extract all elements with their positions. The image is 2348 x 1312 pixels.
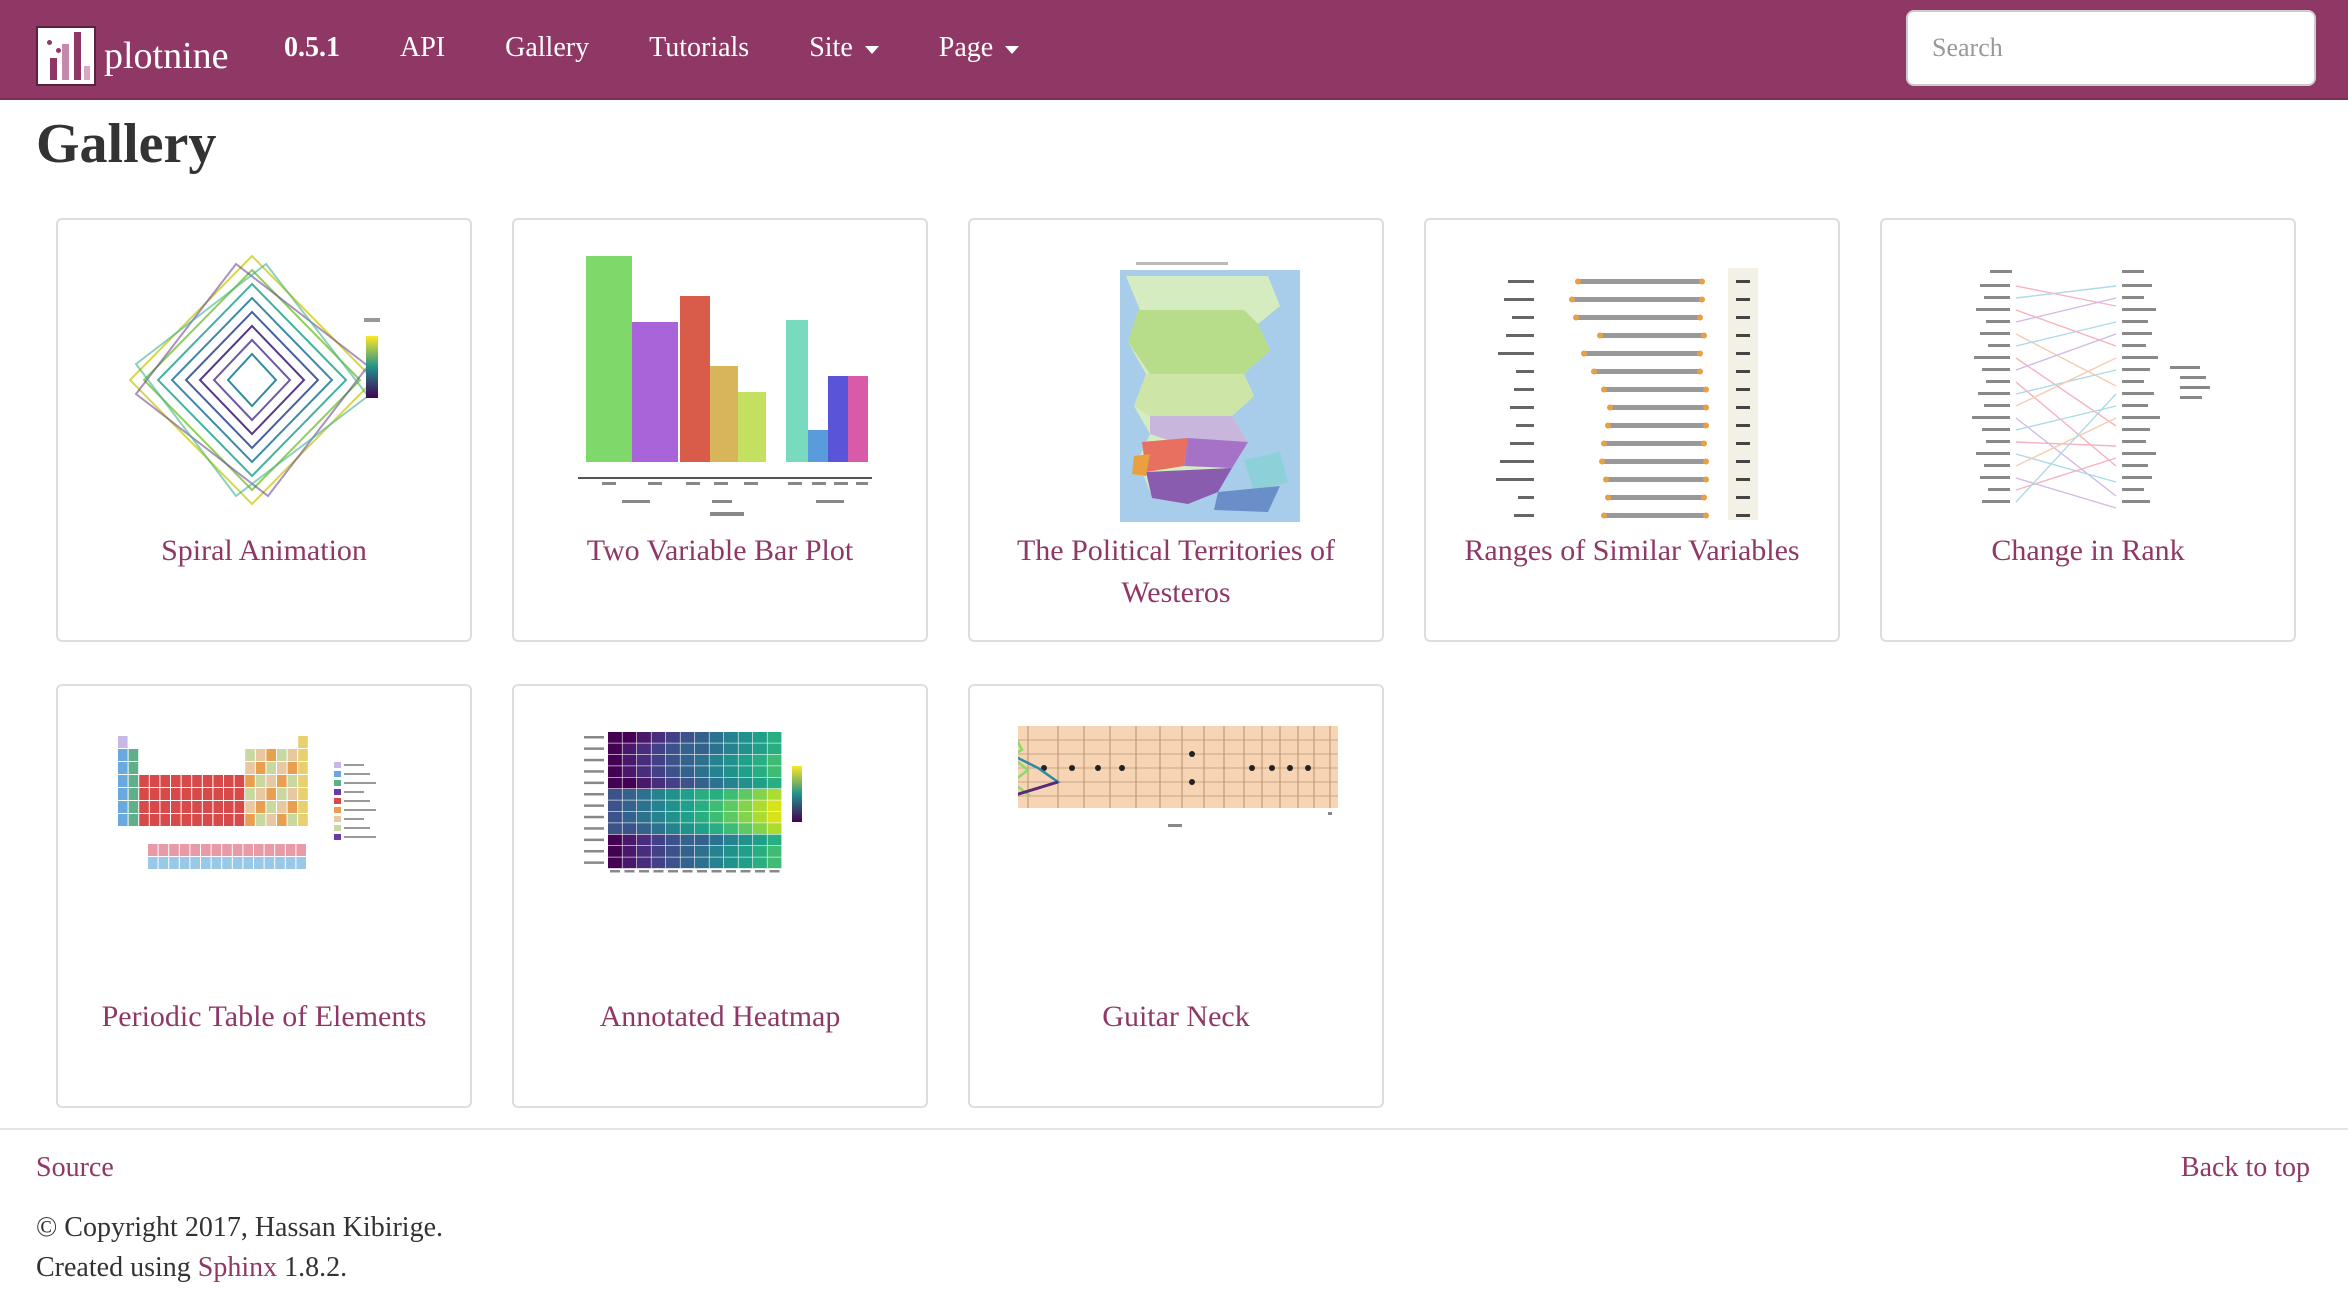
caret-down-icon bbox=[864, 46, 879, 54]
gallery-card-annotated-heatmap[interactable]: Annotated Heatmap bbox=[512, 684, 928, 1108]
nav-item-gallery-label: Gallery bbox=[505, 32, 590, 63]
copyright-text: © Copyright 2017, Hassan Kibirige. bbox=[36, 1212, 444, 1243]
created-suffix: 1.8.2. bbox=[277, 1252, 348, 1283]
card-label: Spiral Animation bbox=[161, 534, 367, 567]
search-input[interactable] bbox=[1906, 10, 2316, 86]
spiral-thumbnail bbox=[106, 246, 426, 522]
back-to-top-link[interactable]: Back to top bbox=[2181, 1152, 2310, 1184]
heatmap-thumbnail bbox=[562, 712, 882, 988]
card-label: Periodic Table of Elements bbox=[101, 1000, 427, 1033]
nav-item-api[interactable]: API bbox=[400, 32, 445, 64]
westeros-map-thumbnail bbox=[1018, 246, 1338, 522]
gallery-card-two-variable-bar-plot[interactable]: Two Variable Bar Plot bbox=[512, 218, 928, 642]
nav-item-tutorials[interactable]: Tutorials bbox=[649, 32, 749, 64]
gallery-card-political-territories-westeros[interactable]: The Political Territories of Westeros bbox=[968, 218, 1384, 642]
nav-item-site-dropdown[interactable]: Site bbox=[809, 32, 879, 64]
footer-divider bbox=[0, 1128, 2348, 1130]
nav-item-api-label: API bbox=[400, 32, 446, 63]
nav-item-version[interactable]: 0.5.1 bbox=[284, 32, 340, 64]
bar-plot-thumbnail bbox=[562, 246, 882, 522]
nav-item-page-dropdown[interactable]: Page bbox=[938, 32, 1020, 64]
periodic-table-thumbnail bbox=[106, 712, 426, 988]
card-label: Two Variable Bar Plot bbox=[586, 534, 854, 567]
guitar-neck-thumbnail bbox=[1018, 712, 1338, 988]
sphinx-link[interactable]: Sphinx bbox=[198, 1252, 277, 1283]
navbar: plotnine 0.5.1 API Gallery Tutorials Sit… bbox=[0, 0, 2348, 100]
page-title: Gallery bbox=[36, 113, 217, 175]
gallery-card-guitar-neck[interactable]: Guitar Neck bbox=[968, 684, 1384, 1108]
created-prefix: Created using bbox=[36, 1252, 198, 1283]
gallery-card-periodic-table[interactable]: Periodic Table of Elements bbox=[56, 684, 472, 1108]
card-label: Annotated Heatmap bbox=[599, 1000, 841, 1033]
card-label: The Political Territories of Westeros bbox=[1016, 534, 1336, 609]
card-label: Change in Rank bbox=[1991, 534, 2185, 567]
plotnine-logo-icon bbox=[36, 26, 96, 86]
gallery-card-spiral-animation[interactable]: Spiral Animation bbox=[56, 218, 472, 642]
gallery-card-ranges-similar-variables[interactable]: Ranges of Similar Variables bbox=[1424, 218, 1840, 642]
card-label: Guitar Neck bbox=[1102, 1000, 1250, 1033]
brand-name: plotnine bbox=[104, 35, 229, 77]
nav-item-version-label: 0.5.1 bbox=[284, 32, 340, 63]
nav-item-page-label: Page bbox=[938, 32, 994, 63]
brand-link[interactable]: plotnine bbox=[36, 26, 229, 86]
rank-change-thumbnail bbox=[1930, 246, 2250, 522]
card-label: Ranges of Similar Variables bbox=[1464, 534, 1800, 567]
source-link[interactable]: Source bbox=[36, 1152, 114, 1184]
nav-menu: 0.5.1 API Gallery Tutorials Site Page bbox=[284, 0, 1079, 96]
nav-item-site-label: Site bbox=[809, 32, 853, 63]
nav-item-gallery[interactable]: Gallery bbox=[505, 32, 589, 64]
created-using-text: Created using Sphinx 1.8.2. bbox=[36, 1252, 347, 1284]
gallery-card-change-in-rank[interactable]: Change in Rank bbox=[1880, 218, 2296, 642]
nav-item-tutorials-label: Tutorials bbox=[649, 32, 750, 63]
caret-down-icon bbox=[1005, 46, 1020, 54]
ranges-thumbnail bbox=[1474, 246, 1794, 522]
